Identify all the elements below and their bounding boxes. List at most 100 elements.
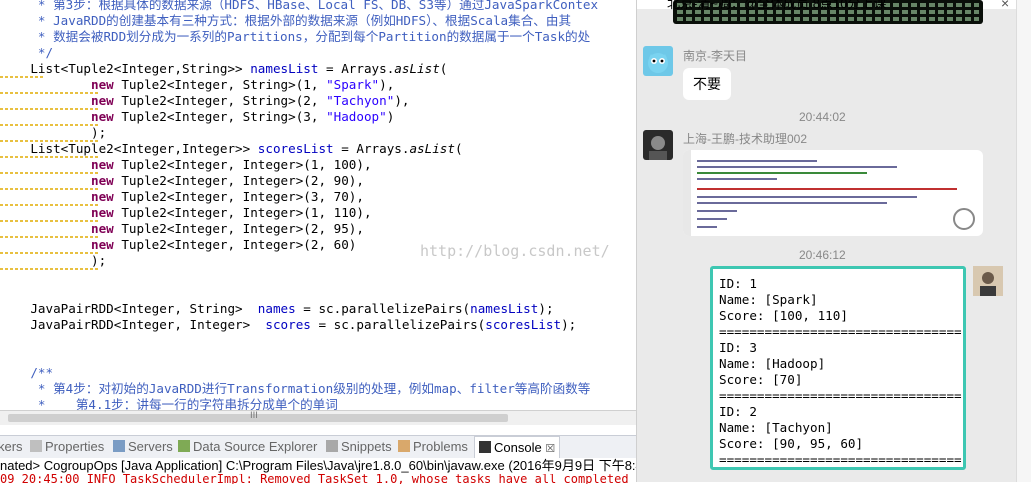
- result-line: ID: 2: [719, 404, 757, 419]
- scrollbar-grip: III: [250, 411, 258, 421]
- code-token: );: [0, 253, 107, 268]
- result-line: ================================: [719, 324, 962, 339]
- code-line: new Tuple2<Integer, Integer>(1, 110),: [0, 205, 372, 221]
- warning-underline: [0, 236, 100, 238]
- code-token: */: [0, 45, 54, 60]
- code-token: Tuple2<Integer, Integer>(2, 95),: [113, 221, 364, 236]
- tab-markers[interactable]: kers: [0, 439, 23, 454]
- code-line: List<Tuple2<Integer,Integer>> scoresList…: [0, 141, 463, 157]
- code-token: List<Tuple2<Integer,Integer>>: [0, 141, 258, 156]
- code-token: * JavaRDD的创建基本有三种方式：根据外部的数据来源（例如HDFS）、根据…: [0, 13, 572, 28]
- timestamp: 20:44:02: [799, 110, 846, 124]
- scrollbar-thumb[interactable]: [8, 414, 508, 422]
- tab-label: Snippets: [341, 439, 392, 454]
- code-token: "Spark": [326, 77, 380, 92]
- result-line: ID: 1: [719, 276, 757, 291]
- code-token: scores: [265, 317, 311, 332]
- tab-label: Servers: [128, 439, 173, 454]
- code-line: new Tuple2<Integer, String>(2, "Tachyon"…: [0, 93, 409, 109]
- result-message[interactable]: ID: 1 Name: [Spark] Score: [100, 110] =====…: [710, 266, 966, 470]
- zoom-icon[interactable]: [953, 208, 975, 230]
- code-token: namesList: [250, 61, 319, 76]
- code-token: = Arrays.: [333, 141, 410, 156]
- code-token: names: [257, 301, 296, 316]
- code-token: scoresList: [257, 141, 334, 156]
- watermark: http://blog.csdn.net/: [420, 242, 610, 260]
- result-line: Name: [Hadoop]: [719, 356, 826, 371]
- result-line: Score: [100, 110]: [719, 308, 848, 323]
- message-bubble[interactable]: 不要: [683, 68, 731, 100]
- avatar[interactable]: [973, 266, 1003, 296]
- warning-underline: [0, 204, 100, 206]
- warning-underline: [0, 76, 45, 78]
- code-line: List<Tuple2<Integer,String>> namesList =…: [0, 61, 447, 77]
- code-line: new Tuple2<Integer, Integer>(2, 60): [0, 237, 356, 253]
- code-editor[interactable]: * 第3步：根据具体的数据来源（HDFS、HBase、Local FS、DB、S…: [0, 0, 636, 410]
- warning-underline: [0, 124, 100, 126]
- code-line: /**: [0, 365, 53, 381]
- properties-icon: [30, 440, 42, 452]
- result-line: Score: [70]: [719, 372, 803, 387]
- code-token: scoresList: [485, 317, 562, 332]
- code-token: );: [561, 317, 577, 332]
- code-token: new: [91, 157, 114, 172]
- code-line: new Tuple2<Integer, Integer>(2, 95),: [0, 221, 364, 237]
- code-token: asList: [409, 141, 455, 156]
- warning-underline: [0, 108, 100, 110]
- code-token: namesList: [470, 301, 539, 316]
- close-icon[interactable]: ×: [1001, 0, 1009, 11]
- code-token: * 第3步：根据具体的数据来源（HDFS、HBase、Local FS、DB、S…: [0, 0, 599, 12]
- code-token: * 第4步：对初始的JavaRDD进行Transformation级别的处理，例…: [0, 381, 591, 396]
- problems-icon: [398, 440, 410, 452]
- image-message[interactable]: [683, 150, 983, 236]
- code-token: ),: [379, 77, 395, 92]
- warning-underline: [0, 156, 100, 158]
- avatar[interactable]: [643, 46, 673, 76]
- tab-problems[interactable]: Problems: [398, 439, 468, 454]
- horizontal-scrollbar[interactable]: III: [0, 410, 636, 425]
- close-icon[interactable]: ☒: [545, 443, 555, 455]
- warning-underline: [0, 268, 100, 270]
- code-token: (: [454, 141, 463, 156]
- code-line: new Tuple2<Integer, Integer>(1, 100),: [0, 157, 372, 173]
- code-token: new: [91, 173, 114, 188]
- tab-console[interactable]: Console ☒: [474, 436, 561, 458]
- code-token: new: [91, 93, 114, 108]
- warning-underline: [0, 172, 100, 174]
- code-line: new Tuple2<Integer, Integer>(2, 90),: [0, 173, 364, 189]
- tab-properties[interactable]: Properties: [30, 439, 104, 454]
- code-line: JavaPairRDD<Integer, Integer> scores = s…: [0, 317, 576, 333]
- code-token: = sc.parallelizePairs(: [295, 301, 471, 316]
- tab-snippets[interactable]: Snippets: [326, 439, 392, 454]
- tab-data-source-explorer[interactable]: Data Source Explorer: [178, 439, 317, 454]
- chat-announcement: 北京-清~凋：@全体成员 8点10分上课: [667, 0, 887, 11]
- code-line: );: [0, 125, 106, 141]
- code-line: * 第4.1步：讲每一行的字符串拆分成单个的单词: [0, 397, 338, 410]
- code-token: = sc.parallelizePairs(: [310, 317, 486, 332]
- code-token: Tuple2<Integer, Integer>(3, 70),: [113, 189, 364, 204]
- right-sidebar: [1016, 0, 1031, 482]
- warning-underline: [0, 220, 100, 222]
- result-line: ID: 3: [719, 340, 757, 355]
- database-icon: [178, 440, 190, 452]
- code-token: * 数据会被RDD划分成为一系列的Partitions，分配到每个Partiti…: [0, 29, 591, 44]
- code-line: * 第4步：对初始的JavaRDD进行Transformation级别的处理，例…: [0, 381, 590, 397]
- avatar[interactable]: [643, 130, 673, 160]
- sender-name: 南京-李天目: [683, 49, 747, 63]
- code-token: Tuple2<Integer, Integer>(1, 110),: [113, 205, 372, 220]
- tab-label: Problems: [413, 439, 468, 454]
- tab-label: Properties: [45, 439, 105, 454]
- tab-servers[interactable]: Servers: [113, 439, 173, 454]
- snippets-icon: [326, 440, 338, 452]
- result-line: ================================: [719, 452, 962, 467]
- code-line: new Tuple2<Integer, String>(1, "Spark"),: [0, 77, 394, 93]
- code-line: * JavaRDD的创建基本有三种方式：根据外部的数据来源（例如HDFS）、根据…: [0, 13, 571, 29]
- code-line: );: [0, 253, 106, 269]
- code-line: new Tuple2<Integer, String>(3, "Hadoop"): [0, 109, 394, 125]
